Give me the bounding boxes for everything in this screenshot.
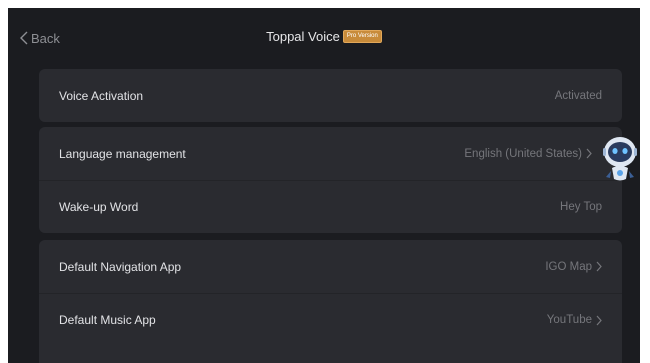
navigation-app-text: IGO Map <box>545 260 592 273</box>
language-management-row[interactable]: Language management English (United Stat… <box>39 127 622 180</box>
voice-assistant-button[interactable] <box>602 133 638 189</box>
title-group: Toppal Voice Pro Version <box>8 29 640 44</box>
voice-activation-status: Activated <box>554 89 602 102</box>
default-navigation-row[interactable]: Default Navigation App IGO Map <box>39 240 622 293</box>
language-management-value: English (United States) <box>464 148 592 160</box>
voice-activation-row[interactable]: Voice Activation Activated <box>39 69 622 122</box>
wake-up-word-row[interactable]: Wake-up Word Hey Top <box>39 180 622 233</box>
screen: Back Toppal Voice Pro Version Voice Acti… <box>8 8 640 363</box>
language-management-label: Language management <box>59 146 186 161</box>
page-title: Toppal Voice <box>266 29 340 44</box>
wake-up-word-value: Hey Top <box>560 201 602 213</box>
music-app-text: YouTube <box>546 314 592 326</box>
language-value-text: English (United States) <box>464 147 582 160</box>
default-navigation-value: IGO Map <box>545 261 602 273</box>
robot-assistant-icon <box>603 137 637 181</box>
wake-up-word-text: Hey Top <box>560 201 602 213</box>
wake-up-word-label: Wake-up Word <box>59 200 139 214</box>
chevron-right-icon <box>596 315 602 325</box>
voice-activation-card: Voice Activation Activated <box>39 69 622 122</box>
default-navigation-label: Default Navigation App <box>59 259 182 274</box>
default-music-row[interactable]: Default Music App YouTube <box>39 293 622 346</box>
top-bar: Back Toppal Voice Pro Version <box>8 8 640 62</box>
default-music-label: Default Music App <box>59 313 156 327</box>
language-card: Language management English (United Stat… <box>39 127 622 233</box>
chevron-right-icon <box>586 148 592 159</box>
voice-activation-label: Voice Activation <box>59 88 144 103</box>
chevron-right-icon <box>596 261 602 272</box>
pro-version-badge: Pro Version <box>342 30 382 43</box>
default-music-value: YouTube <box>547 314 602 326</box>
voice-activation-value: Activated <box>555 90 602 102</box>
default-apps-card: Default Navigation App IGO Map Default M… <box>39 240 622 363</box>
